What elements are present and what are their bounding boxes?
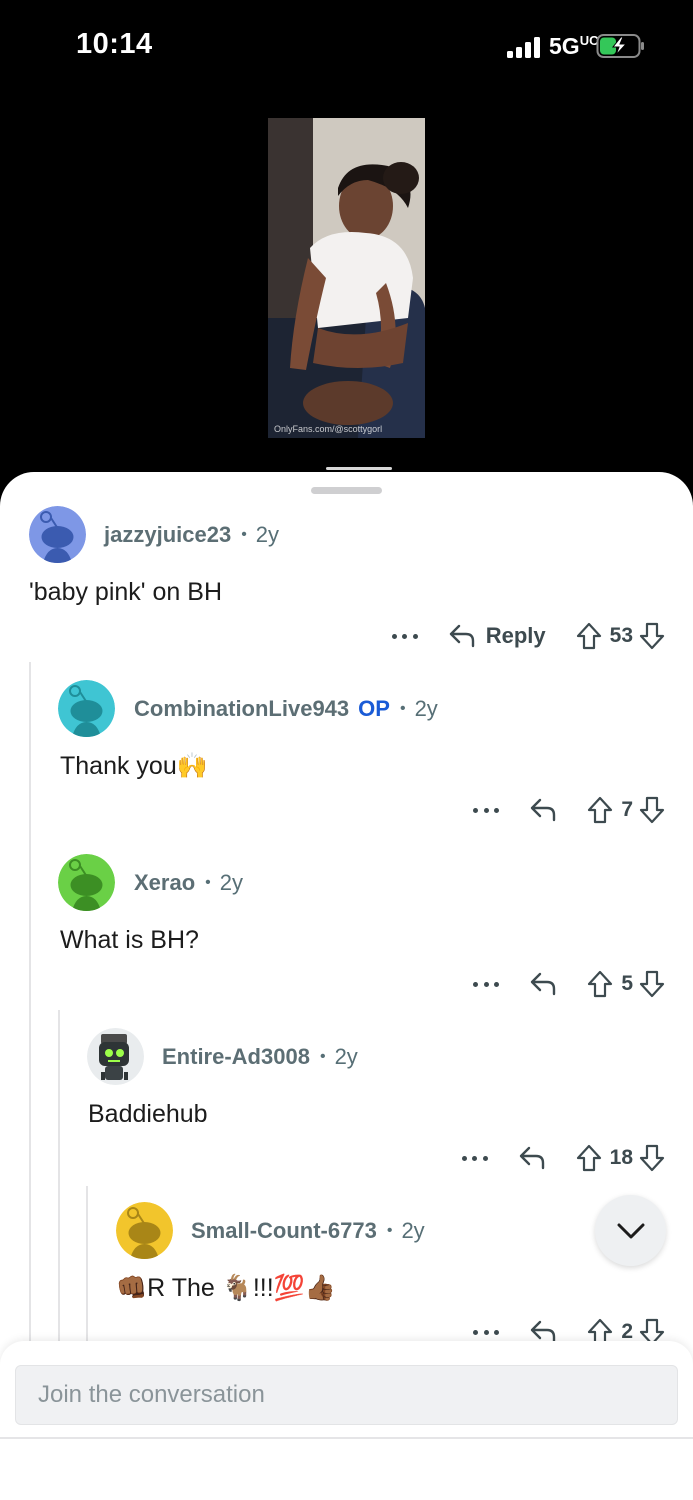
upvote-icon[interactable] xyxy=(587,970,613,998)
snoo-avatar-icon xyxy=(58,854,115,911)
more-options-icon[interactable] xyxy=(473,806,500,814)
comment-text: 'baby pink' on BH xyxy=(29,578,222,606)
comment-age: 2y xyxy=(334,1044,358,1069)
comment-meta: Xerao • 2y xyxy=(134,868,243,898)
user-avatar[interactable] xyxy=(87,1028,144,1085)
raising-hands-emoji: 🙌 xyxy=(176,752,208,780)
more-options-icon[interactable] xyxy=(391,632,418,640)
comment-text: R The xyxy=(147,1274,215,1302)
robot-avatar-icon xyxy=(87,1028,144,1085)
downvote-icon[interactable] xyxy=(639,622,665,650)
upvote-icon[interactable] xyxy=(587,796,613,824)
scroll-down-button[interactable] xyxy=(595,1195,666,1266)
comment-username[interactable]: Xerao xyxy=(134,870,195,896)
signal-strength-icon xyxy=(507,37,540,58)
reply-label: Reply xyxy=(485,623,546,648)
comment-username[interactable]: CombinationLive943 xyxy=(134,696,349,722)
comment-actions: Reply 53 xyxy=(391,620,665,652)
more-options-icon[interactable] xyxy=(461,1154,488,1162)
comment-meta: CombinationLive943 OP • 2y xyxy=(134,694,438,724)
vote-controls: 53 xyxy=(576,622,665,650)
comment-meta: jazzyjuice23 • 2y xyxy=(104,520,279,550)
media-viewer[interactable]: OnlyFans.com/@scottygorl xyxy=(0,90,693,480)
user-avatar[interactable] xyxy=(116,1202,173,1259)
video-watermark: OnlyFans.com/@scottygorl xyxy=(274,424,383,434)
comment-text: Baddiehub xyxy=(88,1100,208,1128)
comment-age: 2y xyxy=(255,522,280,547)
battery-charging-icon xyxy=(596,34,644,58)
comment-age: 2y xyxy=(219,870,244,895)
op-badge: OP xyxy=(358,696,390,721)
comment-body: Baddiehub xyxy=(88,1100,208,1129)
user-avatar[interactable] xyxy=(29,506,86,563)
vote-count: 53 xyxy=(609,624,633,647)
divider xyxy=(0,1437,693,1439)
comment-text: Thank you xyxy=(60,752,177,780)
snoo-avatar-icon xyxy=(58,680,115,737)
separator-dot: • xyxy=(205,874,211,891)
downvote-icon[interactable] xyxy=(639,1144,665,1172)
join-conversation-input[interactable] xyxy=(15,1365,678,1425)
comment-body: What is BH? xyxy=(60,926,199,955)
comment-actions: 18 xyxy=(461,1142,665,1174)
comment-composer xyxy=(0,1341,693,1500)
status-bar: 10:14 5GUC xyxy=(0,0,693,90)
vote-controls: 5 xyxy=(587,970,665,998)
vote-controls: 18 xyxy=(576,1144,665,1172)
status-time: 10:14 xyxy=(76,28,153,60)
upvote-icon[interactable] xyxy=(576,1144,602,1172)
reply-icon xyxy=(531,798,556,822)
comment-meta: Entire-Ad3008 • 2y xyxy=(162,1042,358,1072)
user-avatar[interactable] xyxy=(58,680,115,737)
sheet-grabber[interactable] xyxy=(311,487,382,494)
comment-age: 2y xyxy=(414,696,438,721)
reply-icon xyxy=(449,624,474,648)
more-options-icon[interactable] xyxy=(473,980,500,988)
video-frame-illustration xyxy=(268,118,425,438)
user-avatar[interactable] xyxy=(58,854,115,911)
vote-controls: 7 xyxy=(587,796,665,824)
reply-button[interactable]: Reply xyxy=(448,623,546,649)
separator-dot: • xyxy=(399,700,406,717)
separator-dot: • xyxy=(386,1222,393,1239)
reply-button[interactable] xyxy=(529,797,557,823)
separator-dot: • xyxy=(241,526,247,543)
comment-text: What is BH? xyxy=(60,926,199,954)
snoo-avatar-icon xyxy=(29,506,86,563)
vote-count: 5 xyxy=(621,972,633,995)
reply-icon xyxy=(531,972,556,996)
comment-actions: 5 xyxy=(473,968,665,1000)
network-type: 5GUC xyxy=(549,33,598,60)
comment-username[interactable]: Entire-Ad3008 xyxy=(162,1044,310,1070)
comment-actions: 7 xyxy=(473,794,665,826)
vote-count: 18 xyxy=(609,1146,633,1169)
reply-button[interactable] xyxy=(518,1145,546,1171)
downvote-icon[interactable] xyxy=(639,796,665,824)
emoji-suffix: 🐐!!!💯👍🏾 xyxy=(221,1274,336,1302)
comment-meta: Small-Count-6773 • 2y xyxy=(191,1216,425,1246)
comment-body: 'baby pink' on BH xyxy=(29,578,222,607)
chevron-down-icon xyxy=(617,1223,644,1238)
comment-age: 2y xyxy=(401,1218,425,1243)
comment-body: Thank you 🙌 xyxy=(60,752,208,781)
upvote-icon[interactable] xyxy=(576,622,602,650)
downvote-icon[interactable] xyxy=(639,970,665,998)
more-options-icon[interactable] xyxy=(473,1328,500,1336)
snoo-avatar-icon xyxy=(116,1202,173,1259)
reply-button[interactable] xyxy=(529,971,557,997)
network-label: 5G xyxy=(549,33,580,59)
reply-icon xyxy=(519,1146,544,1170)
comment-username[interactable]: Small-Count-6773 xyxy=(191,1218,377,1244)
comment-username[interactable]: jazzyjuice23 xyxy=(104,522,231,548)
separator-dot: • xyxy=(319,1048,326,1065)
video-thumbnail[interactable]: OnlyFans.com/@scottygorl xyxy=(268,118,425,438)
comment-body: 👊🏾 R The 🐐!!!💯👍🏾 xyxy=(116,1274,336,1303)
fist-emoji: 👊🏾 xyxy=(116,1274,148,1302)
media-scrubber[interactable] xyxy=(326,467,392,470)
vote-count: 7 xyxy=(621,798,633,821)
